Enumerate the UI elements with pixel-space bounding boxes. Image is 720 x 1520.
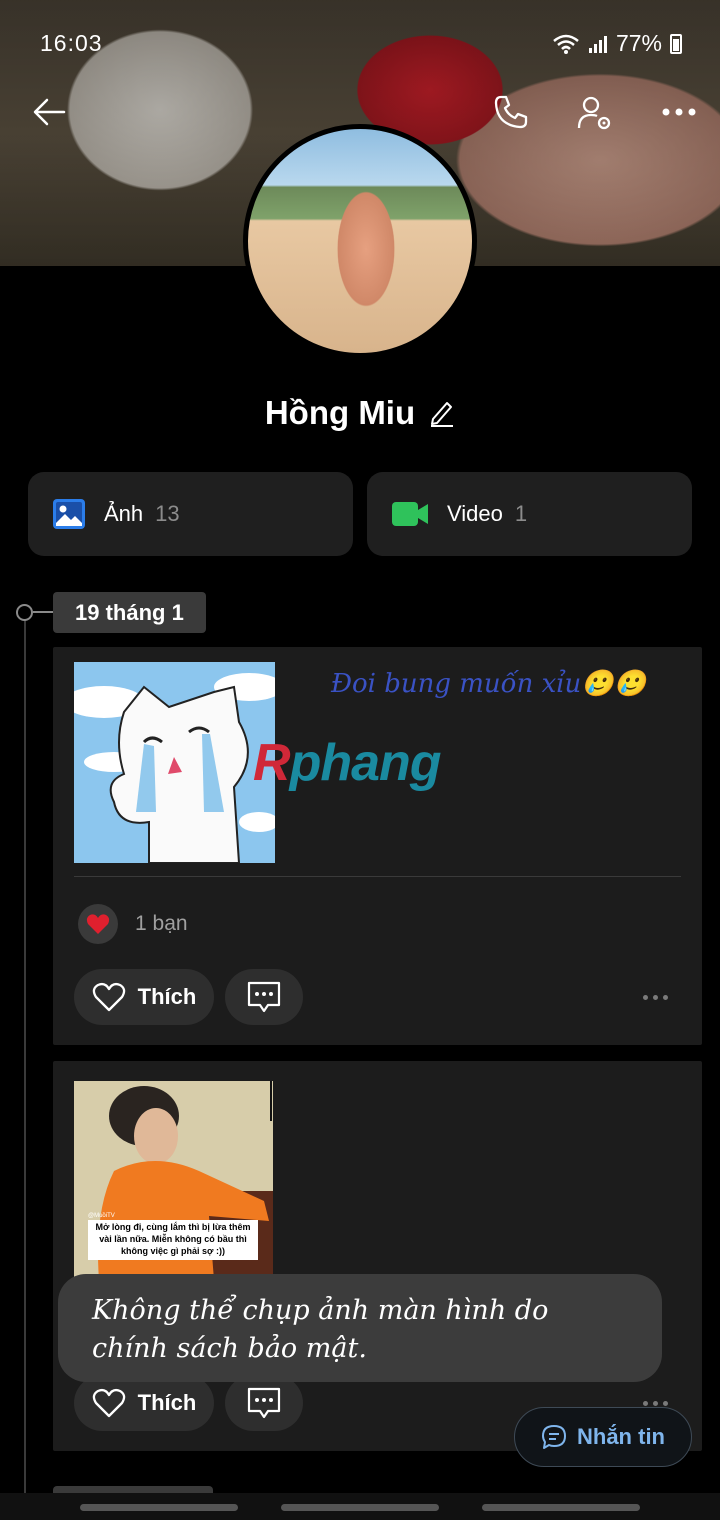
post-card[interactable]: Đoi bung muốn xỉu🥲🥲 Rphang 1 bạn Thích — [53, 647, 702, 1045]
comment-button[interactable] — [225, 1375, 303, 1431]
back-button[interactable] — [27, 90, 71, 134]
comment-button[interactable] — [225, 969, 303, 1025]
phone-icon — [494, 95, 528, 129]
reaction-count[interactable]: 1 bạn — [135, 912, 188, 936]
call-button[interactable] — [489, 90, 533, 134]
video-camera-icon — [392, 502, 428, 526]
profile-settings-button[interactable] — [573, 92, 617, 136]
status-icons: 77% — [552, 30, 682, 57]
post-more-button[interactable] — [643, 995, 668, 1000]
message-button[interactable]: Nhắn tin — [514, 1407, 692, 1467]
timeline-line — [24, 620, 26, 1500]
message-label: Nhắn tin — [577, 1424, 665, 1449]
reaction-heart[interactable] — [78, 904, 118, 944]
signal-icon — [588, 35, 607, 53]
post-image[interactable] — [74, 662, 275, 863]
more-options-button[interactable] — [657, 90, 701, 134]
nav-home-button[interactable] — [281, 1504, 439, 1511]
battery-percent: 77% — [615, 30, 662, 56]
like-label: Thích — [137, 1390, 197, 1415]
status-bar: 16:03 77% — [0, 26, 720, 62]
photo-icon — [53, 499, 85, 529]
screenshot-blocked-toast: Không thể chụp ảnh màn hình do chính sác… — [58, 1274, 662, 1382]
battery-icon — [670, 33, 682, 54]
status-time: 16:03 — [40, 30, 103, 56]
comment-icon — [247, 981, 281, 1013]
post-caption: Đoi bung muốn xỉu🥲🥲 — [331, 669, 647, 699]
photos-count: 13 — [155, 501, 180, 526]
post-card[interactable]: @MuồiTV Mở lòng đi, cùng lắm thì bị lừa … — [53, 1061, 702, 1451]
timeline-date: 19 tháng 1 — [53, 592, 206, 633]
videos-label: Video — [447, 501, 503, 526]
heart-outline-icon — [92, 982, 125, 1012]
svg-text:@MuồiTV: @MuồiTV — [88, 1213, 115, 1219]
post-divider — [74, 876, 681, 877]
photos-label: Ảnh — [104, 501, 144, 526]
edit-pencil-icon[interactable] — [429, 399, 455, 427]
arrow-left-icon — [33, 98, 66, 126]
image-quote: Mở lòng đi, cùng lắm thì bị lừa thêm vài… — [95, 1222, 251, 1256]
heart-outline-icon — [92, 1388, 125, 1418]
nav-back-button[interactable] — [482, 1504, 640, 1511]
profile-name-row: Hồng Miu — [0, 394, 720, 432]
comment-icon — [247, 1387, 281, 1419]
timeline-dot — [16, 604, 33, 621]
avatar[interactable] — [243, 124, 477, 358]
photos-card[interactable]: Ảnh 13 — [28, 472, 353, 556]
like-button[interactable]: Thích — [74, 969, 214, 1025]
crying-cat-image — [74, 662, 275, 863]
videos-card[interactable]: Video 1 — [367, 472, 692, 556]
heart-icon — [86, 914, 110, 934]
like-button[interactable]: Thích — [74, 1375, 214, 1431]
post-more-button[interactable] — [643, 1401, 668, 1406]
painting-image: @MuồiTV Mở lòng đi, cùng lắm thì bị lừa … — [74, 1081, 273, 1280]
nav-recents-button[interactable] — [80, 1504, 238, 1511]
profile-name: Hồng Miu — [264, 394, 416, 431]
wifi-icon — [553, 34, 579, 54]
chat-bubble-icon — [542, 1425, 566, 1449]
timeline-connector — [33, 611, 53, 613]
user-settings-icon — [577, 96, 611, 130]
like-label: Thích — [137, 984, 197, 1009]
more-horizontal-icon — [662, 108, 696, 116]
post-image[interactable]: @MuồiTV Mở lòng đi, cùng lắm thì bị lừa … — [74, 1081, 273, 1280]
videos-count: 1 — [514, 501, 528, 526]
watermark-logo: Rphang — [253, 734, 442, 792]
